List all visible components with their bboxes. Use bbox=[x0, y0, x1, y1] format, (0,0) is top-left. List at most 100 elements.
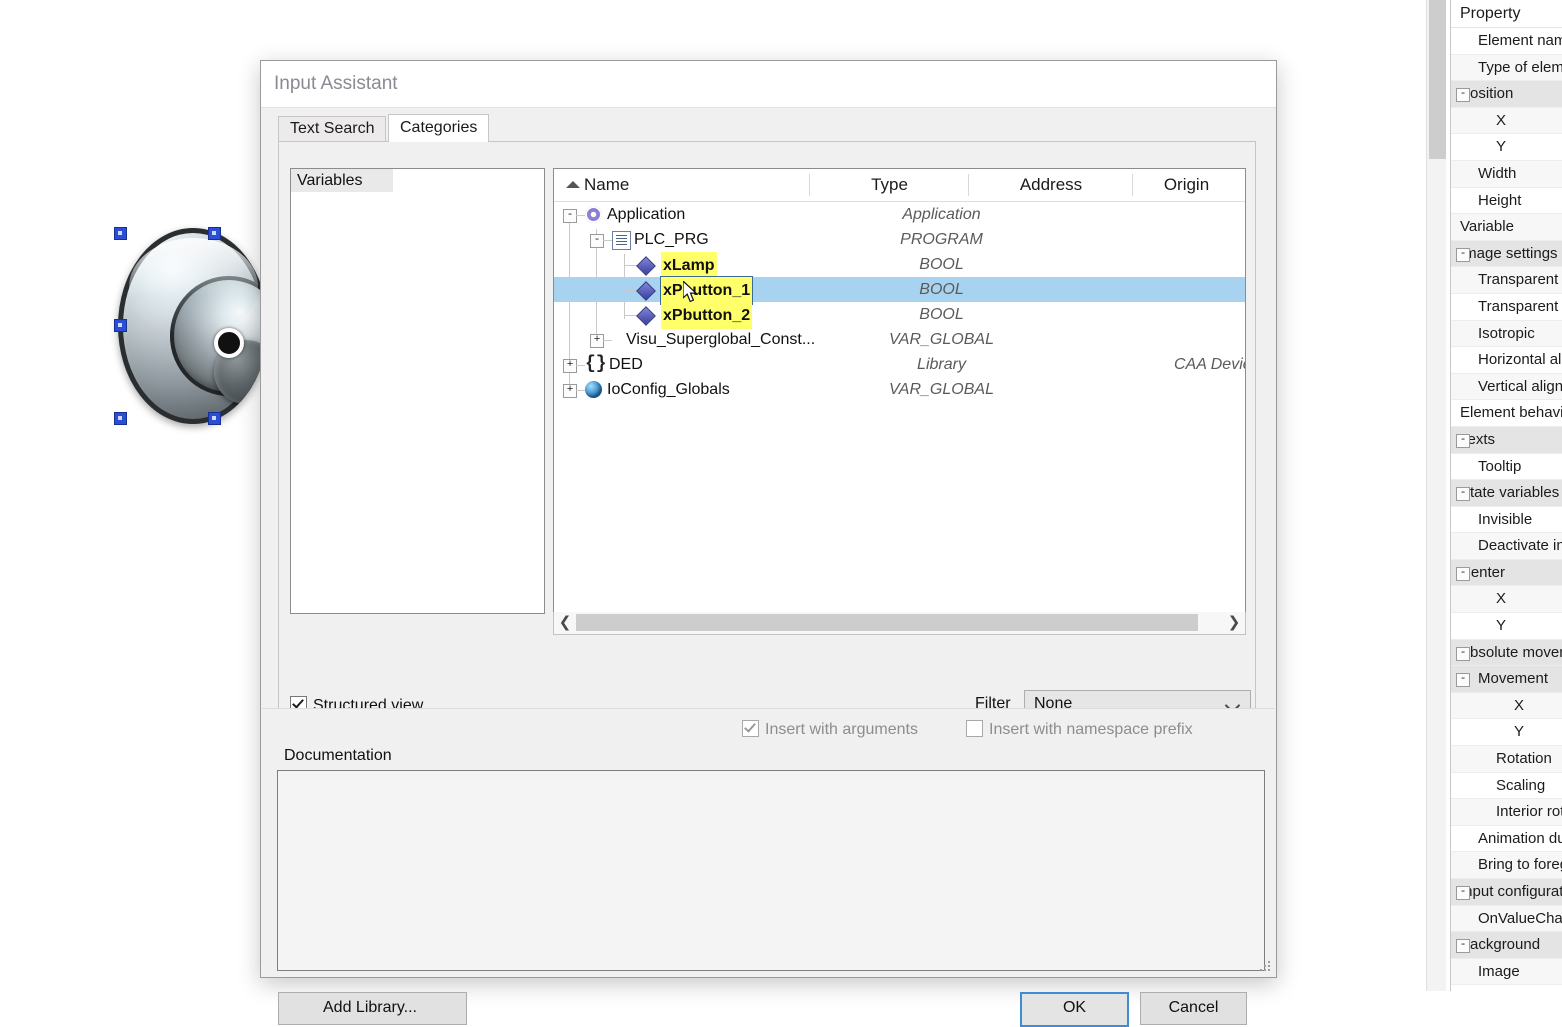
tree-node-label[interactable]: Application bbox=[607, 202, 685, 227]
tree-node-label[interactable]: xPbutton_2 bbox=[661, 302, 753, 329]
property-expander[interactable]: - bbox=[1456, 247, 1470, 262]
tree-node-label[interactable]: xLamp bbox=[661, 252, 717, 279]
column-header-type[interactable]: Type bbox=[812, 169, 967, 201]
property-row[interactable]: - Background bbox=[1451, 932, 1562, 959]
property-row[interactable]: - Image settings bbox=[1451, 240, 1562, 268]
tree-node-label[interactable]: IoConfig_Globals bbox=[607, 377, 730, 402]
property-row[interactable]: Transparent color bbox=[1451, 294, 1562, 321]
scrollbar-thumb[interactable] bbox=[1429, 0, 1446, 159]
column-header-name[interactable]: Name bbox=[584, 169, 704, 201]
property-expander[interactable]: - bbox=[1456, 88, 1470, 103]
property-expander[interactable]: - bbox=[1456, 487, 1470, 502]
insert-with-namespace-prefix-checkbox[interactable]: Insert with namespace prefix bbox=[966, 720, 1193, 739]
ok-button[interactable]: OK bbox=[1020, 992, 1129, 1027]
documentation-textarea[interactable] bbox=[277, 770, 1265, 971]
table-row[interactable]: + Visu_Superglobal_Const... VAR_GLOBAL bbox=[554, 327, 1245, 352]
property-row[interactable]: X bbox=[1451, 107, 1562, 135]
property-expander[interactable]: - bbox=[1456, 433, 1470, 448]
categories-listbox[interactable]: Variables bbox=[290, 168, 545, 614]
insert-with-arguments-checkbox[interactable]: Insert with arguments bbox=[742, 720, 918, 739]
property-row[interactable]: Width bbox=[1451, 160, 1562, 188]
expander-ioconfig-globals[interactable]: + bbox=[563, 384, 577, 398]
table-row[interactable]: - Application Application bbox=[554, 202, 1245, 227]
property-expander[interactable]: - bbox=[1456, 646, 1470, 661]
rotary-knob-image[interactable] bbox=[118, 228, 268, 424]
tree-node-label[interactable]: xPbutton_1 bbox=[659, 276, 754, 305]
resize-handle-top-right[interactable] bbox=[208, 227, 221, 240]
variables-tree[interactable]: Name Type Address Origin - Application A… bbox=[553, 168, 1246, 614]
table-row[interactable]: + {} DED Library CAA Device Diagn bbox=[554, 352, 1245, 377]
table-row[interactable]: xLamp BOOL bbox=[554, 252, 1245, 279]
property-row[interactable]: Interior rotation bbox=[1451, 799, 1562, 826]
property-row[interactable]: Transparent bbox=[1451, 267, 1562, 294]
properties-vertical-scrollbar[interactable] bbox=[1426, 0, 1446, 991]
checkbox-box[interactable] bbox=[966, 720, 983, 737]
property-row[interactable]: Scaling bbox=[1451, 773, 1562, 800]
property-row[interactable]: - Center bbox=[1451, 559, 1562, 587]
expander-plc-prg[interactable]: - bbox=[590, 234, 604, 248]
list-item-variables[interactable]: Variables bbox=[291, 169, 393, 192]
property-row[interactable]: Invisible bbox=[1451, 507, 1562, 534]
property-expander[interactable]: - bbox=[1456, 673, 1470, 688]
column-header-origin[interactable]: Origin bbox=[1134, 169, 1239, 201]
property-row[interactable]: Y bbox=[1451, 719, 1562, 747]
expander-application[interactable]: - bbox=[563, 209, 577, 223]
property-row[interactable]: Y bbox=[1451, 613, 1562, 640]
property-row[interactable]: Y bbox=[1451, 134, 1562, 161]
tree-node-label[interactable]: Visu_Superglobal_Const... bbox=[626, 327, 815, 352]
scrollbar-thumb[interactable] bbox=[576, 614, 1198, 631]
property-row[interactable]: Image bbox=[1451, 958, 1562, 986]
tab-categories[interactable]: Categories bbox=[388, 114, 490, 142]
resize-handle-top-left[interactable] bbox=[114, 227, 127, 240]
property-row[interactable]: Height bbox=[1451, 188, 1562, 215]
tree-node-label[interactable]: DED bbox=[609, 352, 643, 377]
property-row[interactable]: - State variables bbox=[1451, 480, 1562, 507]
tab-text-search[interactable]: Text Search bbox=[278, 116, 387, 142]
property-row[interactable]: Rotation bbox=[1451, 746, 1562, 773]
checkbox-box[interactable] bbox=[742, 720, 759, 737]
property-row[interactable]: OnValueChanged bbox=[1451, 905, 1562, 933]
resize-handle-bottom-left[interactable] bbox=[114, 412, 127, 425]
resize-grip[interactable] bbox=[1259, 961, 1271, 973]
expander-visu-superglobal[interactable]: + bbox=[590, 334, 604, 348]
property-row[interactable]: Tooltip bbox=[1451, 454, 1562, 481]
resize-handle-middle-left[interactable] bbox=[114, 319, 127, 332]
table-row-selected[interactable]: xPbutton_1 BOOL bbox=[554, 276, 1245, 305]
property-row[interactable]: Type of element bbox=[1451, 54, 1562, 82]
property-row[interactable]: Element behaviour bbox=[1451, 400, 1562, 427]
sort-ascending-icon[interactable] bbox=[566, 181, 580, 188]
property-row[interactable]: Isotropic bbox=[1451, 320, 1562, 348]
visu-canvas-element[interactable] bbox=[110, 218, 268, 425]
property-row[interactable]: Bring to foreground bbox=[1451, 852, 1562, 879]
property-row[interactable]: Animation duration bbox=[1451, 826, 1562, 853]
property-row[interactable]: - Texts bbox=[1451, 426, 1562, 454]
property-row[interactable]: X bbox=[1451, 692, 1562, 720]
property-row[interactable]: Variable bbox=[1451, 214, 1562, 241]
expander-ded[interactable]: + bbox=[563, 359, 577, 373]
tree-horizontal-scrollbar[interactable]: ❮ ❯ bbox=[553, 612, 1246, 635]
table-row[interactable]: - PLC_PRG PROGRAM bbox=[554, 227, 1245, 252]
property-label: X bbox=[1496, 590, 1507, 608]
dialog-titlebar[interactable]: Input Assistant bbox=[261, 61, 1276, 108]
property-expander[interactable]: - bbox=[1456, 886, 1470, 900]
resize-handle-bottom-right[interactable] bbox=[208, 412, 221, 425]
property-row[interactable]: Vertical alignment bbox=[1451, 373, 1562, 401]
property-row[interactable]: -Input configuration bbox=[1451, 879, 1562, 906]
add-library-button[interactable]: Add Library... bbox=[278, 992, 467, 1025]
property-row[interactable]: - Position bbox=[1451, 81, 1562, 108]
property-row[interactable]: Element name bbox=[1451, 28, 1562, 55]
property-row[interactable]: X bbox=[1451, 586, 1562, 614]
property-row[interactable]: - Movement bbox=[1451, 666, 1562, 693]
column-header-address[interactable]: Address bbox=[971, 169, 1131, 201]
tree-node-label[interactable]: PLC_PRG bbox=[634, 227, 709, 252]
table-row[interactable]: xPbutton_2 BOOL bbox=[554, 302, 1245, 329]
property-expander[interactable]: - bbox=[1456, 566, 1470, 581]
cancel-button[interactable]: Cancel bbox=[1140, 992, 1247, 1025]
property-row[interactable]: -Absolute movement bbox=[1451, 639, 1562, 667]
table-row[interactable]: + IoConfig_Globals VAR_GLOBAL bbox=[554, 377, 1245, 402]
scroll-right-arrow-icon[interactable]: ❯ bbox=[1224, 613, 1244, 632]
scroll-left-arrow-icon[interactable]: ❮ bbox=[555, 613, 575, 632]
property-expander[interactable]: - bbox=[1456, 939, 1470, 954]
property-row[interactable]: Deactivate inputs bbox=[1451, 533, 1562, 560]
property-row[interactable]: Horizontal alignment bbox=[1451, 347, 1562, 374]
